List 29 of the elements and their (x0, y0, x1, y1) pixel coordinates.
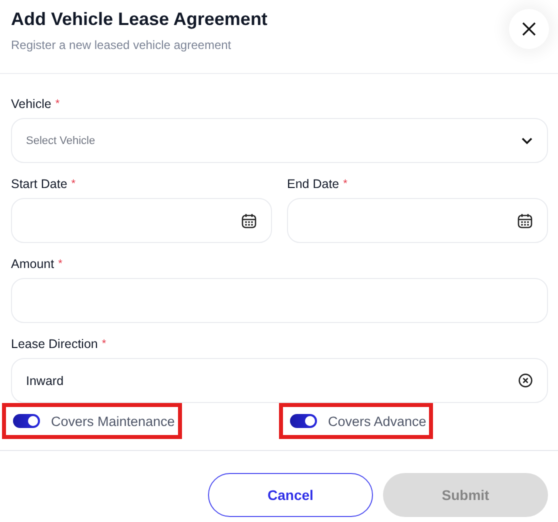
date-field[interactable] (287, 198, 548, 243)
field-label: Lease Direction (11, 336, 98, 352)
calendar-icon[interactable] (517, 212, 533, 228)
vehicle-select[interactable]: Select Vehicle (11, 118, 548, 163)
field-label: Vehicle (11, 96, 52, 112)
required-mark: * (343, 177, 348, 192)
required-mark: * (71, 177, 76, 192)
field-placeholder: Select Vehicle (26, 134, 96, 146)
required-mark: * (102, 337, 106, 352)
toggle-label: Covers Maintenance (51, 414, 175, 428)
required-mark: * (55, 97, 60, 112)
field-value: Inward (26, 374, 65, 388)
date-field[interactable] (11, 198, 272, 243)
dialog-subtitle: Register a new leased vehicle agreement (11, 38, 232, 52)
dialog-title: Add Vehicle Lease Agreement (11, 8, 268, 30)
field-label: Amount (11, 256, 54, 272)
close-icon (521, 21, 537, 37)
field-label: Start Date (11, 176, 68, 192)
close-button[interactable] (509, 9, 549, 49)
input-field[interactable]: Inward (11, 358, 548, 403)
toggle-switch[interactable] (290, 414, 317, 428)
toggle-label: Covers Advance (328, 414, 426, 428)
required-mark: * (58, 257, 62, 272)
clear-icon[interactable] (518, 373, 533, 388)
calendar-icon[interactable] (241, 212, 257, 228)
field-label: End Date (287, 176, 340, 192)
toggle-switch[interactable] (13, 414, 40, 428)
cancel-button[interactable]: Cancel (208, 473, 373, 517)
chevron-down-icon (521, 136, 533, 144)
